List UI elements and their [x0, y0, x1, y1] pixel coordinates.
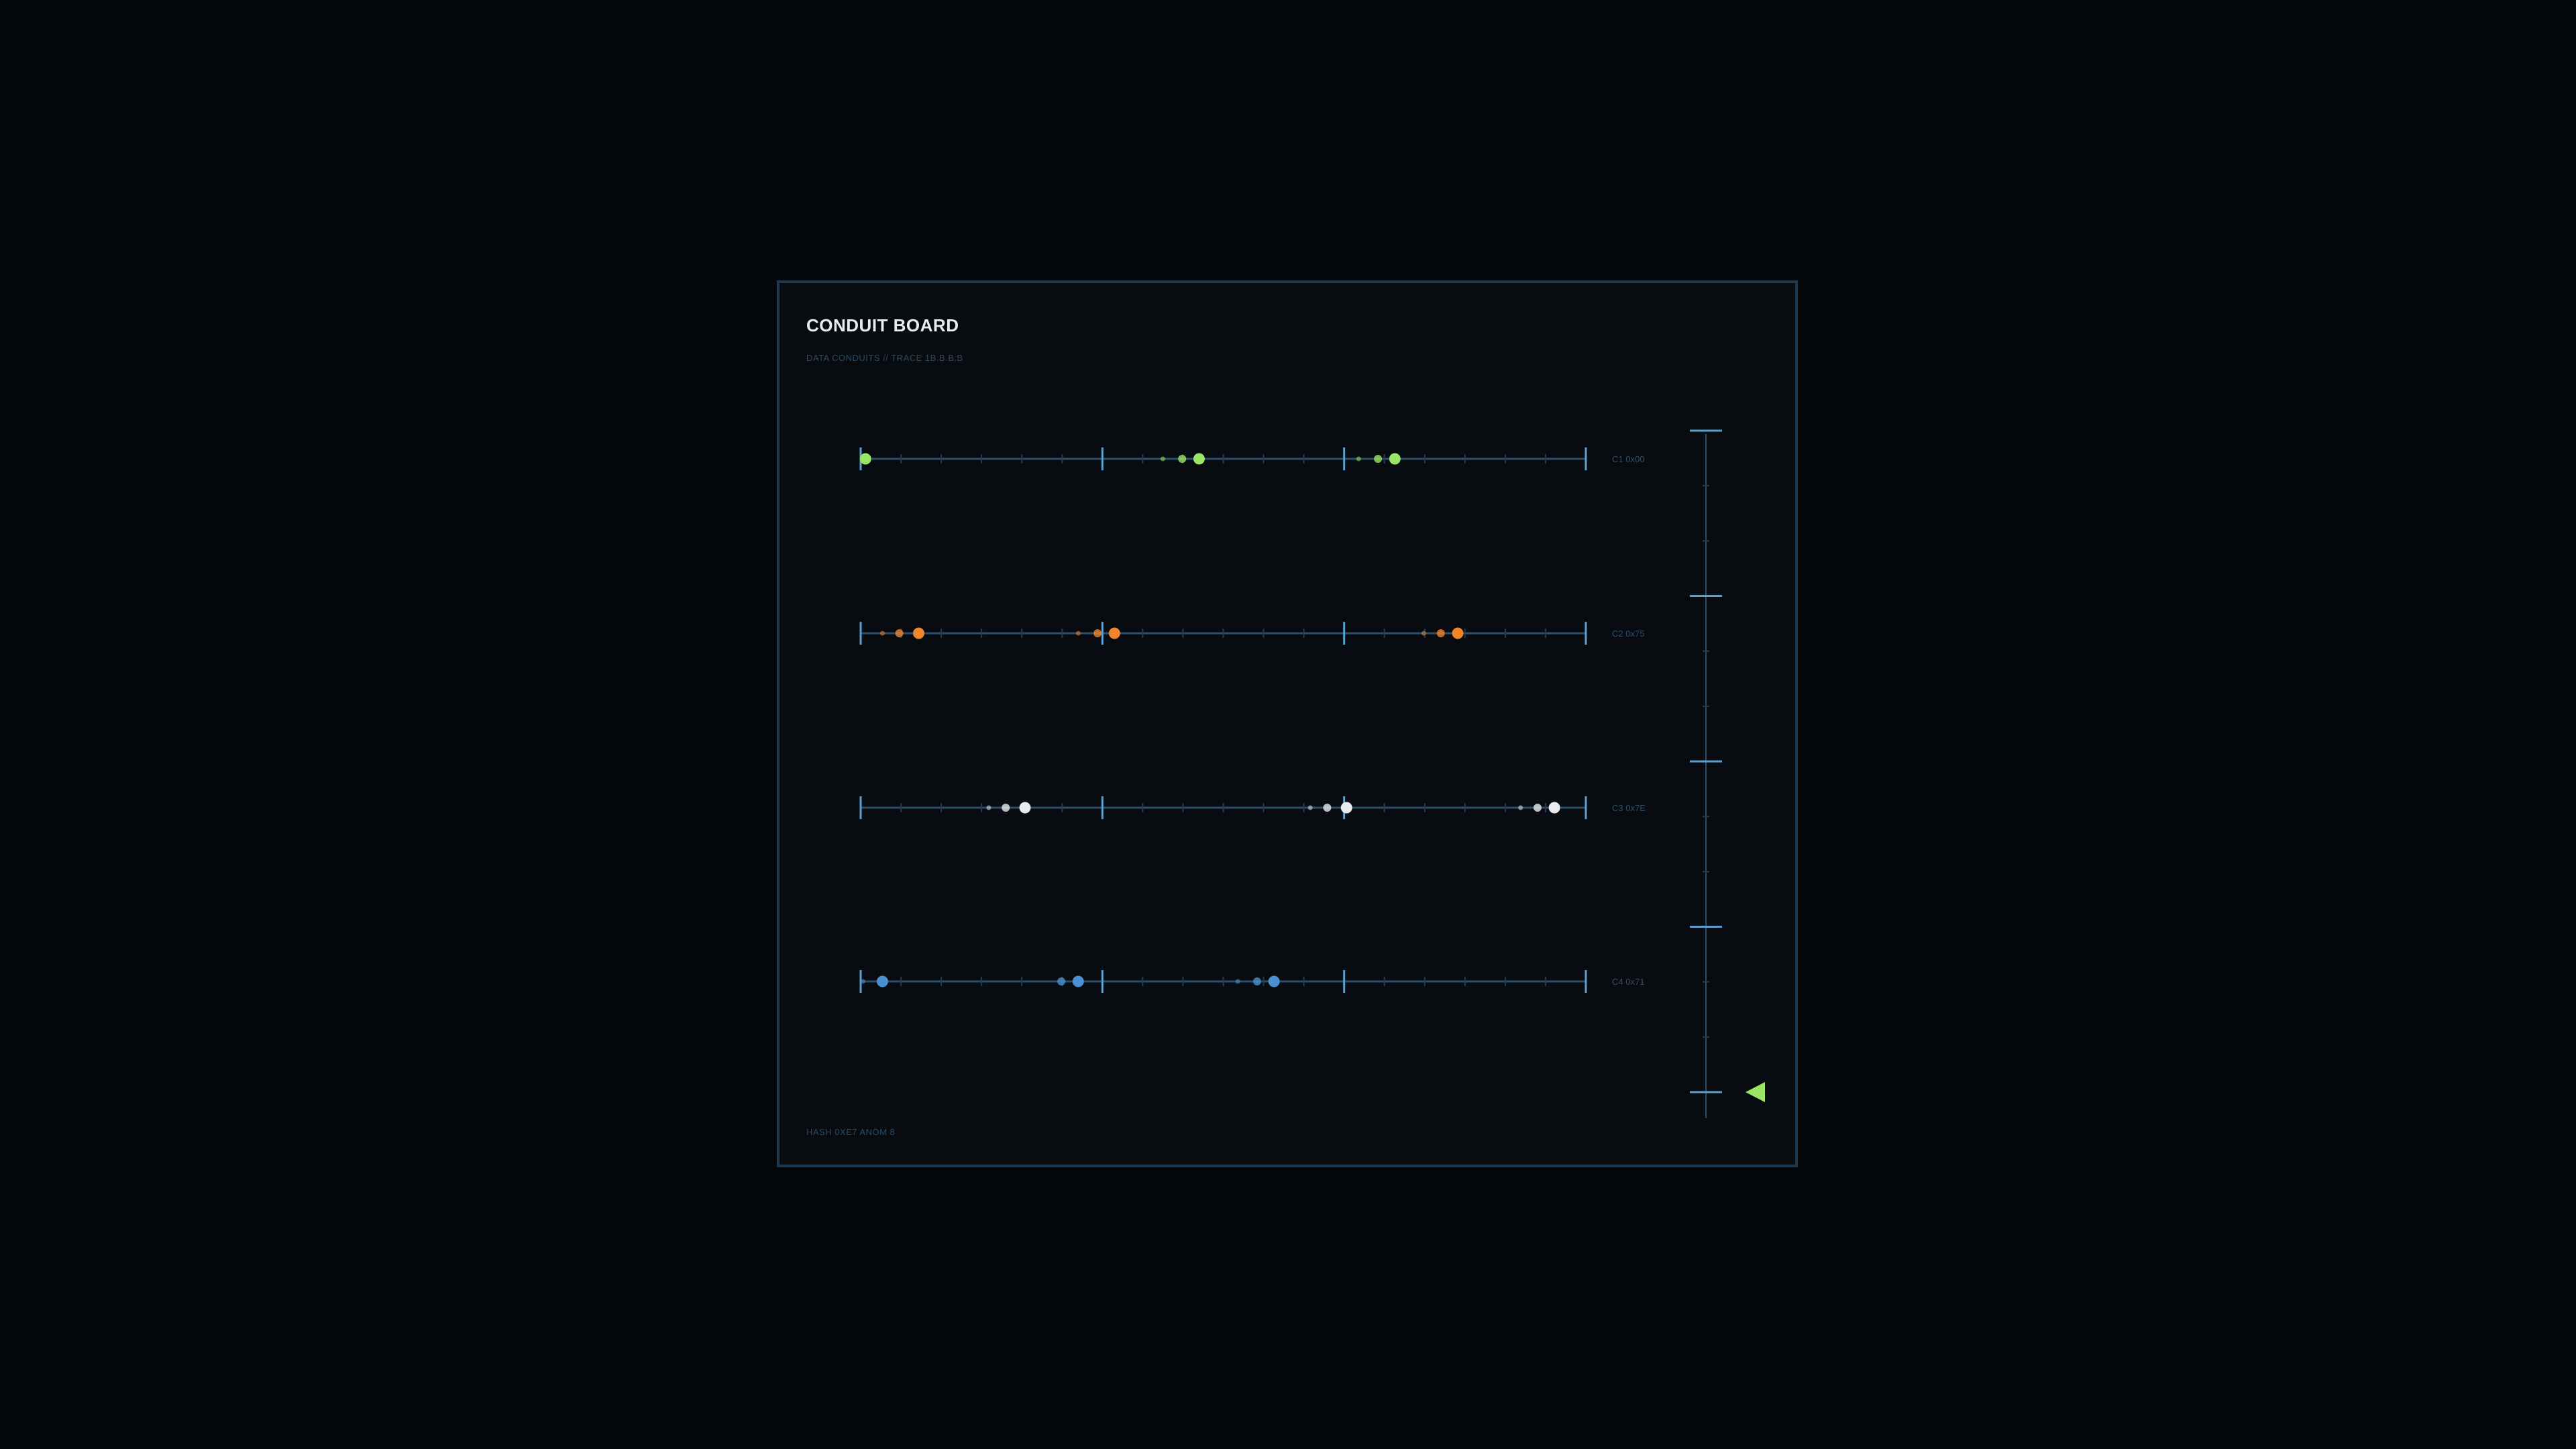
pulse-marker: [1057, 977, 1066, 985]
pulse-marker: [1548, 802, 1560, 814]
pulse-marker: [1533, 804, 1542, 812]
pulse-marker: [1252, 977, 1261, 985]
pulse-marker: [1340, 802, 1352, 814]
pulse-marker: [1178, 455, 1187, 463]
pulse-marker: [1002, 804, 1010, 812]
pulse-marker: [1356, 456, 1361, 462]
pulse-marker: [1374, 455, 1383, 463]
pulse-marker: [1235, 979, 1240, 984]
pulse-marker: [1193, 453, 1205, 465]
pulse-marker: [1268, 975, 1280, 987]
pulse-marker: [1307, 805, 1313, 810]
pulse-marker: [1452, 627, 1464, 639]
conduit-label: C2 0x75: [1612, 629, 1644, 639]
conduit-label: C3 0x7E: [1612, 803, 1646, 813]
conduit-label: C4 0x71: [1612, 977, 1644, 987]
pulse-marker: [879, 631, 885, 636]
board-footer: HASH 0XE7 ANOM 8: [806, 1127, 896, 1137]
pulse-marker: [1093, 629, 1102, 637]
pulse-marker: [1421, 631, 1427, 636]
triangle-pointer-icon[interactable]: [1746, 1082, 1765, 1102]
pulse-marker: [1436, 629, 1445, 637]
pulse-marker: [1072, 975, 1084, 987]
pulse-marker: [876, 975, 888, 987]
pulse-marker: [1323, 804, 1332, 812]
pulse-marker: [1108, 627, 1120, 639]
conduit-chart: C1 0x00 C2 0x75 C3 0x7E C4 0x71: [859, 429, 1765, 1118]
pulse-marker: [1160, 456, 1165, 462]
pulse-marker: [1075, 631, 1081, 636]
pulse-marker: [895, 629, 904, 637]
pulse-marker: [912, 627, 924, 639]
pulse-marker: [986, 805, 991, 810]
pulse-marker: [1019, 802, 1031, 814]
pulse-marker: [1518, 805, 1523, 810]
conduit-label: C1 0x00: [1612, 454, 1644, 464]
conduit-board-panel: CONDUIT BOARD DATA CONDUITS // TRACE 1B.…: [777, 280, 1798, 1167]
pulse-marker: [859, 453, 871, 465]
pulse-marker: [861, 979, 866, 984]
pulse-marker: [1389, 453, 1401, 465]
